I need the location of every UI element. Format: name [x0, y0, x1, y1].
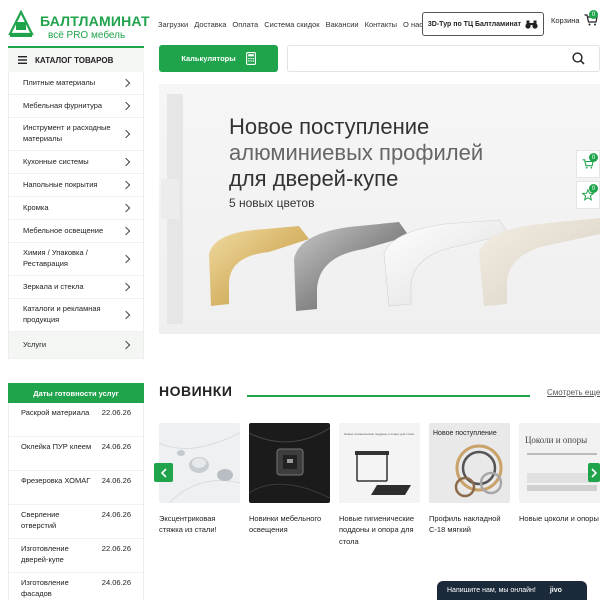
- table-row: Раскрой материала 22.06.26: [9, 403, 143, 437]
- nav-link-about[interactable]: О нас: [403, 20, 423, 29]
- catalog-item-lighting[interactable]: Мебельное освещение: [9, 220, 143, 243]
- logo[interactable]: БАЛТЛАМИНАТ всё PRO мебель: [8, 10, 150, 42]
- top-navigation: Загрузки Доставка Оплата Система скидок …: [158, 20, 423, 29]
- search-input[interactable]: [288, 46, 558, 71]
- table-row: Оклейка ПУР клеем 24.06.26: [9, 437, 143, 471]
- catalog-item-tools[interactable]: Инструмент и расходные материалы: [9, 118, 143, 151]
- chat-widget[interactable]: Напишите нам, мы онлайн! jivo: [437, 581, 587, 600]
- catalog-title: КАТАЛОГ ТОВАРОВ: [35, 55, 114, 65]
- product-card[interactable]: Новые гигиенические поддоны и опоры для …: [339, 423, 420, 547]
- product-thumb-title: Цоколи и опоры: [525, 435, 587, 445]
- product-name: Эксцентриковая стяжка из стали!: [159, 514, 217, 535]
- chat-brand: jivo: [549, 587, 562, 594]
- product-name: Новые цоколи и опоры: [519, 514, 599, 523]
- product-name: Новинки мебельного освещения: [249, 514, 322, 535]
- chevron-left-icon: [160, 467, 167, 478]
- new-products-carousel: Эксцентриковая стяжка из стали! Новинки …: [159, 423, 600, 563]
- logo-title: БАЛТЛАМИНАТ: [40, 13, 150, 29]
- product-card[interactable]: Новинки мебельного освещения: [249, 423, 330, 536]
- chevron-right-icon: [121, 203, 131, 213]
- nav-link-payment[interactable]: Оплата: [232, 20, 258, 29]
- section-divider: [247, 395, 530, 397]
- nav-link-delivery[interactable]: Доставка: [194, 20, 226, 29]
- table-row: Изготовление фасадов 24.06.26: [9, 573, 143, 600]
- catalog-item-services[interactable]: Услуги: [9, 332, 143, 359]
- tour-3d-label: 3D-Тур по ТЦ Балтламинат: [427, 20, 522, 28]
- product-thumb-caption: Новые гигиенические поддоны и опоры для …: [344, 432, 414, 436]
- chevron-right-icon: [121, 78, 131, 88]
- chevron-right-icon: [121, 157, 131, 167]
- calculator-icon: [245, 52, 256, 65]
- nav-link-downloads[interactable]: Загрузки: [158, 20, 188, 29]
- catalog-item-hardware[interactable]: Мебельная фурнитура: [9, 95, 143, 118]
- calculators-button[interactable]: Калькуляторы: [159, 45, 278, 72]
- product-image: Новые гигиенические поддоны и опоры для …: [339, 423, 420, 503]
- search-icon[interactable]: [572, 52, 585, 65]
- floating-fav-badge: 0: [589, 184, 598, 193]
- search-bar: [287, 45, 600, 72]
- chevron-right-icon: [121, 180, 131, 190]
- binoculars-icon: [525, 20, 538, 29]
- product-thumb-title: Новое поступление: [433, 430, 497, 437]
- table-row: Изготовление дверей-купе 22.06.26: [9, 539, 143, 573]
- catalog-header[interactable]: КАТАЛОГ ТОВАРОВ: [8, 46, 144, 72]
- chevron-right-icon: [591, 467, 598, 478]
- banner-line-1: Новое поступление: [229, 114, 430, 139]
- cart-label: Корзина: [551, 15, 580, 25]
- logo-icon: [8, 10, 34, 37]
- banner-line-4: 5 новых цветов: [229, 196, 315, 210]
- banner-text: Новое поступление алюминиевых профилей д…: [229, 114, 483, 210]
- catalog-item-catalogs[interactable]: Каталоги и рекламная продукция: [9, 299, 143, 332]
- carousel-prev-button[interactable]: [154, 463, 173, 482]
- chevron-right-icon: [121, 310, 131, 320]
- promo-banner[interactable]: Новое поступление алюминиевых профилей д…: [159, 84, 600, 334]
- table-row: Фрезеровка ХОМАГ 24.06.26: [9, 471, 143, 505]
- product-card[interactable]: Новое поступление Профиль накладной С-18…: [429, 423, 510, 536]
- banner-line-3: для дверей-купе: [229, 166, 399, 191]
- catalog-item-kitchen[interactable]: Кухонные системы: [9, 151, 143, 174]
- chat-text: Напишите нам, мы онлайн!: [447, 587, 536, 594]
- product-image: Новое поступление: [429, 423, 510, 503]
- cart-link[interactable]: Корзина 0: [551, 10, 598, 26]
- product-name: Профиль накладной С-18 мягкий: [429, 514, 501, 535]
- carousel-next-button[interactable]: [588, 463, 600, 482]
- catalog-item-edge[interactable]: Кромка: [9, 197, 143, 220]
- nav-link-contacts[interactable]: Контакты: [365, 20, 397, 29]
- banner-line-2: алюминиевых профилей: [229, 140, 484, 165]
- table-row: Сверление отверстий 24.06.26: [9, 505, 143, 539]
- chevron-right-icon: [121, 129, 131, 139]
- nav-link-discounts[interactable]: Система скидок: [264, 20, 319, 29]
- catalog-item-mirrors[interactable]: Зеркала и стекла: [9, 276, 143, 299]
- service-dates-table: Раскрой материала 22.06.26 Оклейка ПУР кл…: [8, 403, 144, 600]
- chevron-right-icon: [121, 226, 131, 236]
- product-name: Новые гигиенические поддоны и опора для …: [339, 514, 415, 546]
- chevron-right-icon: [121, 340, 131, 350]
- cart-count-badge: 0: [589, 10, 598, 19]
- menu-icon: [18, 56, 27, 64]
- chevron-right-icon: [121, 101, 131, 111]
- product-image: [249, 423, 330, 503]
- logo-slogan: всё PRO мебель: [48, 30, 126, 41]
- chevron-right-icon: [121, 282, 131, 292]
- tour-3d-button[interactable]: 3D-Тур по ТЦ Балтламинат: [422, 12, 544, 36]
- nav-link-vacancies[interactable]: Вакансии: [326, 20, 359, 29]
- floating-favorites-button[interactable]: 0: [576, 181, 600, 209]
- calculators-label: Калькуляторы: [181, 54, 236, 63]
- chevron-right-icon: [121, 254, 131, 264]
- new-products-title: НОВИНКИ: [159, 383, 233, 399]
- floating-actions: 0 0: [576, 150, 600, 212]
- floating-cart-badge: 0: [589, 153, 598, 162]
- catalog-item-panels[interactable]: Плитные материалы: [9, 72, 143, 95]
- floating-cart-button[interactable]: 0: [576, 150, 600, 178]
- see-all-link[interactable]: Смотреть еще: [547, 388, 600, 397]
- catalog-menu: Плитные материалы Мебельная фурнитура Ин…: [8, 72, 144, 359]
- catalog-item-chemistry[interactable]: Химия / Упаковка / Реставрация: [9, 243, 143, 276]
- service-dates-title: Даты готовности услуг: [8, 383, 144, 403]
- catalog-item-flooring[interactable]: Напольные покрытия: [9, 174, 143, 197]
